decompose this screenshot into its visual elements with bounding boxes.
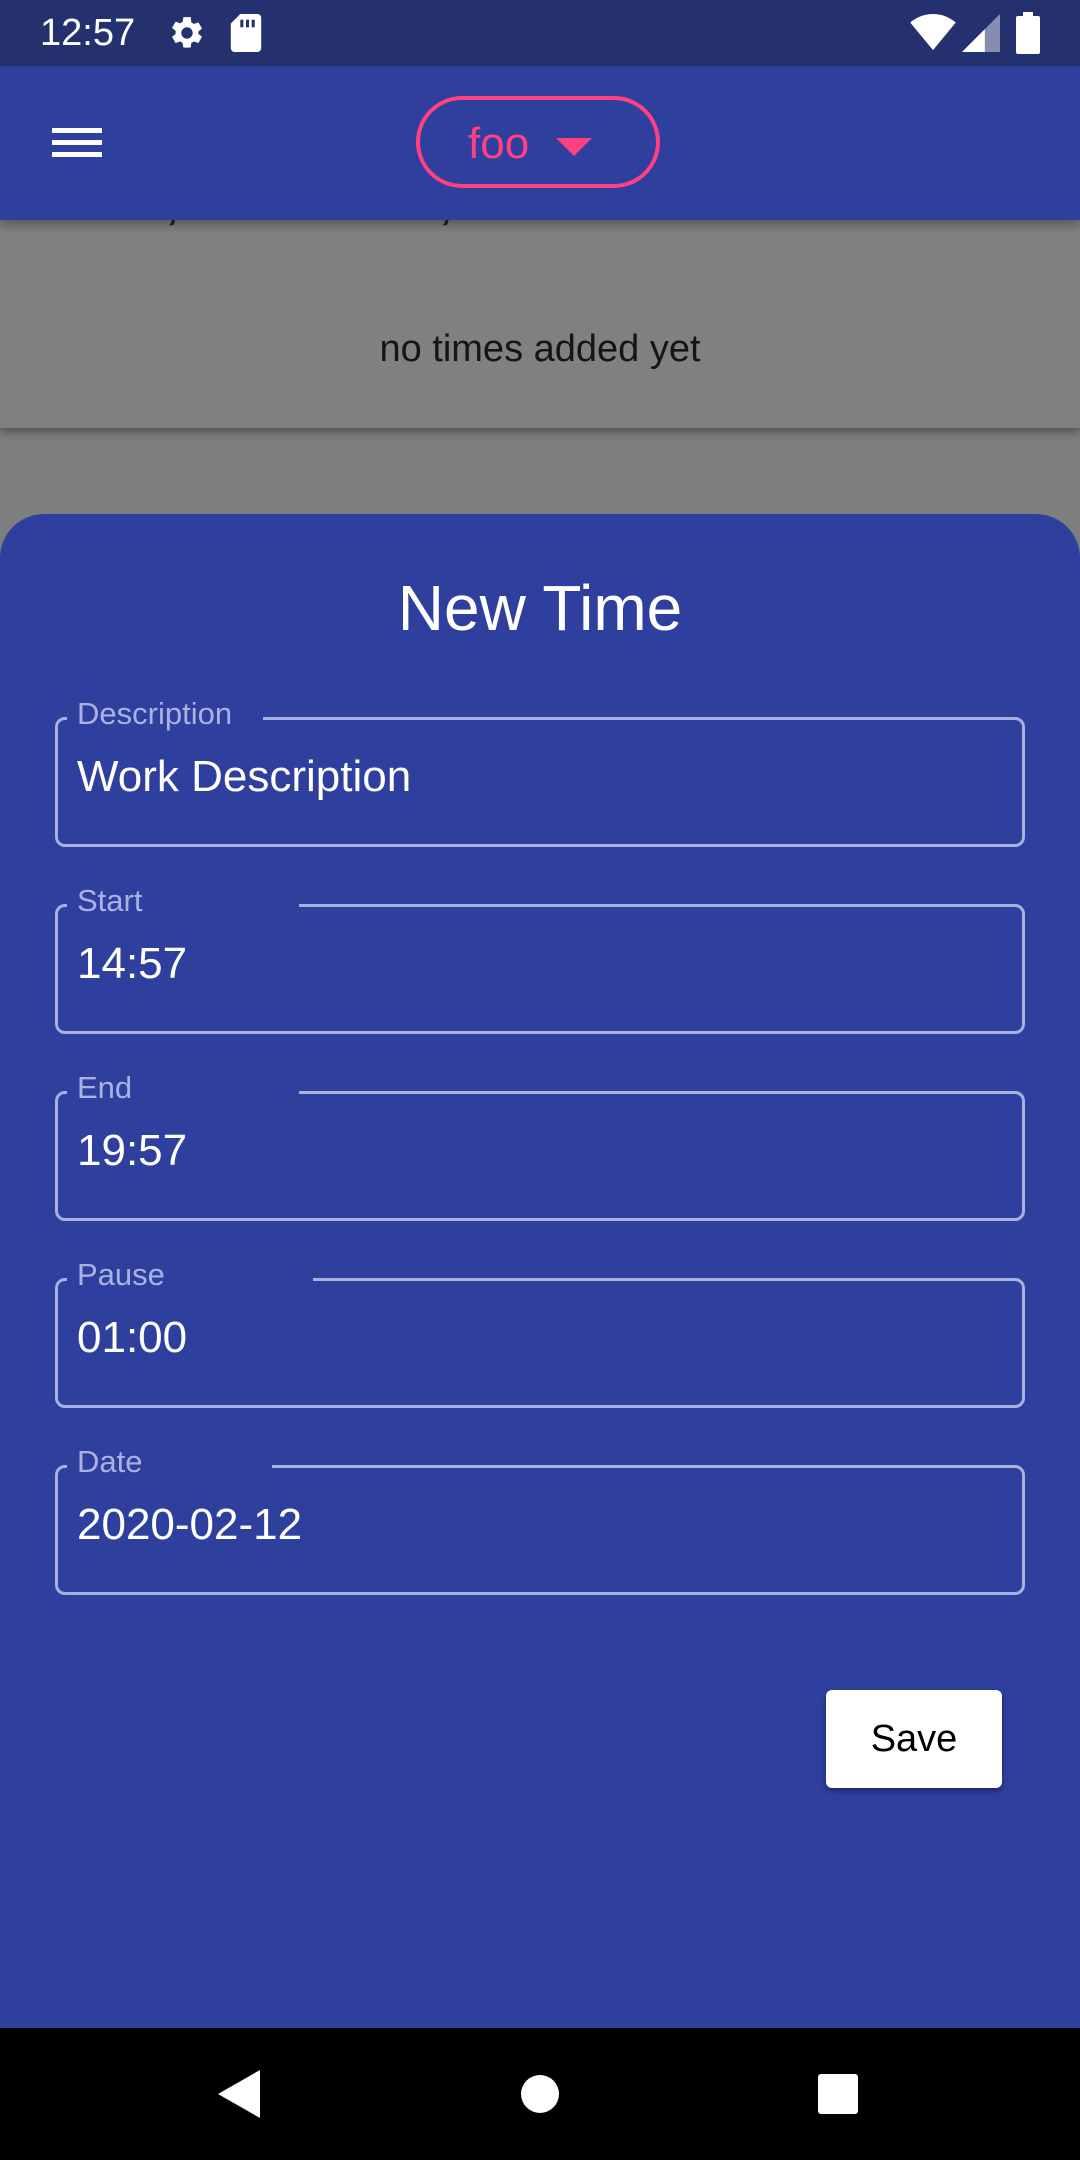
project-selector-dropdown[interactable]: foo	[416, 96, 660, 188]
recents-square-icon[interactable]	[818, 2074, 858, 2114]
wifi-icon	[910, 14, 956, 51]
status-time: 12:57	[40, 12, 136, 54]
cellular-signal-icon	[962, 14, 1000, 52]
app-bar: foo	[0, 66, 1080, 220]
save-button[interactable]: Save	[826, 1690, 1002, 1788]
gear-icon	[172, 17, 202, 48]
pause-field[interactable]: Pause 01:00	[55, 1257, 1025, 1408]
empty-list-message: no times added yet	[379, 328, 701, 370]
new-time-bottom-sheet: New Time Description Work Description St…	[0, 514, 1080, 2028]
description-value: Work Description	[77, 752, 412, 801]
end-label: End	[77, 1070, 133, 1105]
time-summary-card: Feb 12, 2020 - Feb 12, 2020 00:00 no tim…	[0, 184, 1080, 428]
end-value: 19:57	[77, 1126, 188, 1175]
description-field[interactable]: Description Work Description	[55, 696, 1025, 847]
field-outline	[55, 1278, 1025, 1408]
end-time-field[interactable]: End 19:57	[55, 1070, 1025, 1221]
start-label: Start	[77, 883, 143, 918]
field-outline	[55, 904, 1025, 1034]
sd-card-icon	[230, 14, 262, 52]
description-label: Description	[77, 696, 233, 731]
menu-button[interactable]	[40, 112, 114, 172]
pause-label: Pause	[77, 1257, 165, 1292]
sheet-title: New Time	[397, 572, 683, 644]
field-outline	[55, 1091, 1025, 1221]
system-nav-bar	[0, 2028, 1080, 2160]
start-value: 14:57	[77, 939, 188, 988]
home-circle-icon[interactable]	[520, 2074, 560, 2114]
status-bar: 12:57	[0, 0, 1080, 66]
date-field[interactable]: Date 2020-02-12	[55, 1444, 1025, 1595]
date-label: Date	[77, 1444, 143, 1479]
back-triangle-icon[interactable]	[216, 2070, 260, 2118]
pause-value: 01:00	[77, 1313, 188, 1362]
date-value: 2020-02-12	[77, 1500, 303, 1549]
project-selector-label: foo	[468, 119, 530, 168]
start-time-field[interactable]: Start 14:57	[55, 883, 1025, 1034]
caret-down-icon	[556, 138, 592, 156]
hamburger-menu-icon	[52, 128, 102, 157]
battery-icon	[1016, 12, 1040, 54]
